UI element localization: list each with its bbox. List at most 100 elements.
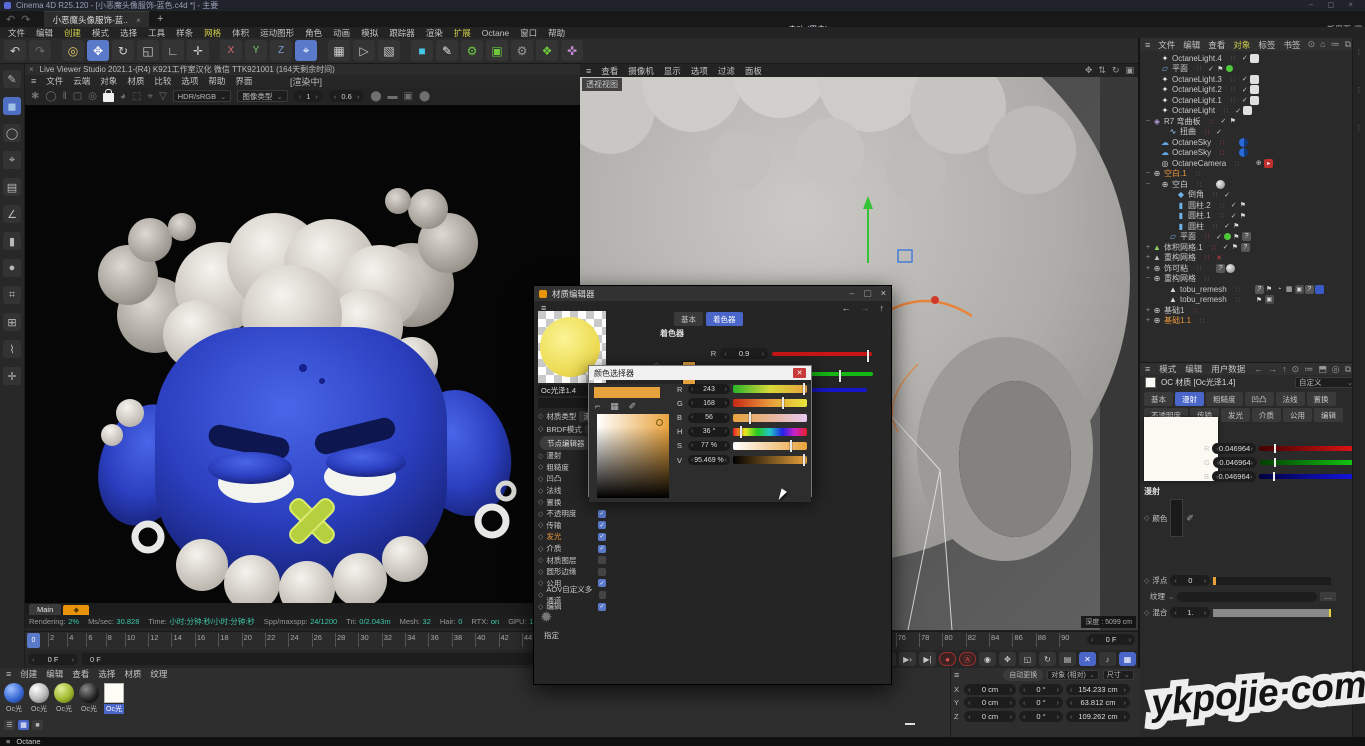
redo-icon[interactable]: ↷ [21, 13, 30, 26]
enable-check-icon[interactable] [1214, 128, 1224, 136]
enable-check-icon[interactable] [1214, 254, 1224, 262]
viewer-tool-icon[interactable] [45, 91, 56, 102]
object-row[interactable]: + 基础1 [1140, 305, 1365, 316]
position-field[interactable]: ‹0 cm› [964, 711, 1016, 722]
tool-icon[interactable] [3, 97, 21, 115]
object-tag-icon[interactable] [1250, 54, 1259, 63]
viewport-menu-item[interactable]: 查看 [601, 65, 618, 77]
visibility-dots[interactable] [1191, 169, 1205, 178]
object-row[interactable]: + 饰可粘 [1140, 263, 1365, 274]
attr-toolbar-icon[interactable]: ↑ [1282, 364, 1287, 375]
object-tag-icon[interactable] [1239, 138, 1248, 147]
component-field[interactable]: ‹0.046964› [1212, 443, 1256, 454]
current-frame-field[interactable]: ‹0 F› [28, 654, 78, 665]
size-field[interactable]: ‹63.812 cm› [1066, 697, 1130, 708]
object-row[interactable]: OctaneLight.3 [1140, 74, 1365, 85]
channel-tab[interactable]: 粗糙度 [1206, 392, 1243, 406]
material-item[interactable]: Oc光 [28, 683, 50, 714]
octane-tab[interactable]: ◆ [63, 605, 89, 615]
tool-icon[interactable] [3, 178, 21, 196]
ratio-stepper[interactable]: ‹0.6› [329, 90, 364, 102]
component-slider[interactable] [733, 399, 807, 407]
channel-row[interactable]: ◇ 发光 [538, 531, 668, 543]
object-row[interactable]: tobu_remesh [1140, 295, 1365, 306]
channel-row[interactable]: ◇ 介质 [538, 543, 668, 555]
large-view-icon[interactable]: ■ [32, 720, 43, 730]
component-field[interactable]: ‹36 °› [688, 427, 730, 437]
hamburger-icon[interactable]: ≡ [6, 737, 10, 746]
visibility-dots[interactable] [1215, 201, 1229, 210]
object-tag-icon[interactable] [1239, 201, 1248, 210]
object-tag-icon[interactable] [1243, 106, 1252, 115]
position-field[interactable]: ‹0 cm› [964, 697, 1016, 708]
enable-check-icon[interactable] [1214, 233, 1224, 241]
channel-tab[interactable]: 置换 [1307, 392, 1336, 406]
viewer-menu-item[interactable]: 云端 [73, 75, 90, 87]
playback-button[interactable] [1099, 652, 1116, 666]
om-toolbar-icon[interactable]: ⊙ [1308, 39, 1316, 50]
channel-row[interactable]: ◇ 不透明度 [538, 508, 668, 520]
menu-item[interactable]: 动画 [333, 27, 350, 39]
toolbar-icon[interactable] [112, 40, 134, 61]
menu-item[interactable]: 帮助 [548, 27, 565, 39]
object-tag-icon[interactable] [1275, 285, 1284, 294]
enable-check-icon[interactable] [1233, 107, 1243, 115]
expand-icon[interactable]: + [1144, 317, 1152, 324]
tool-icon[interactable] [3, 286, 21, 304]
window-buttons[interactable]: –▢× [849, 288, 886, 299]
range-end-field[interactable]: ‹0 F› [1087, 634, 1135, 645]
toolbar-icon[interactable] [461, 40, 483, 61]
channel-label[interactable]: 介质 [546, 543, 561, 554]
toolbar-icon[interactable] [54, 40, 59, 61]
viewport-menu-item[interactable]: 面板 [745, 65, 762, 77]
viewer-menu-item[interactable]: 选项 [181, 75, 198, 87]
expand-diamond-icon[interactable]: ◇ [538, 521, 543, 529]
enable-check-icon[interactable] [1229, 212, 1239, 220]
viewport-nav-icon[interactable]: ⇅ [1098, 65, 1106, 76]
channel-tab[interactable]: 漫射 [1175, 392, 1204, 406]
material-thumbnail[interactable] [54, 683, 74, 703]
component-slider[interactable] [733, 442, 807, 450]
playback-button[interactable] [999, 652, 1016, 666]
eyedropper-icon[interactable]: ✐ [1186, 513, 1194, 524]
om-menu-item[interactable]: 对象 [1233, 39, 1250, 51]
visibility-dots[interactable] [1215, 211, 1229, 220]
timeline-playhead[interactable]: 0 [27, 633, 40, 648]
object-tag-icon[interactable] [1232, 222, 1241, 231]
expand-diamond-icon[interactable]: ◇ [538, 412, 543, 420]
close-icon[interactable]: × [29, 65, 34, 74]
object-tag-icon[interactable] [1231, 243, 1240, 252]
viewer-menu-item[interactable]: 比较 [154, 75, 171, 87]
material-label[interactable]: Oc光 [79, 704, 99, 714]
object-row[interactable]: OctaneSky [1140, 137, 1365, 148]
expand-diamond-icon[interactable]: ◇ [538, 579, 543, 587]
texture-field[interactable] [1177, 592, 1317, 602]
object-label[interactable]: 饰可粘 [1164, 263, 1188, 274]
viewer-tool-icon[interactable] [63, 91, 67, 102]
playback-button[interactable] [1079, 652, 1096, 666]
node-editor-button[interactable]: 节点编辑器 [540, 436, 592, 450]
tool-icon[interactable] [3, 151, 21, 169]
channel-checkbox[interactable] [598, 521, 606, 529]
size-field[interactable]: ‹154.233 cm› [1066, 684, 1130, 695]
toolbar-icon[interactable] [137, 40, 159, 61]
visibility-dots[interactable] [1200, 253, 1214, 262]
channel-tab[interactable]: 编辑 [1314, 408, 1343, 422]
component-slider[interactable] [1259, 446, 1355, 451]
object-tag-icon[interactable] [1250, 75, 1259, 84]
object-tag-icon[interactable] [1264, 159, 1273, 168]
expand-diamond-icon[interactable]: ◇ [538, 498, 543, 506]
object-row[interactable]: 平面 [1140, 232, 1365, 243]
object-row[interactable]: OctaneLight.1 [1140, 95, 1365, 106]
channel-label[interactable]: 不透明度 [546, 508, 576, 519]
enable-check-icon[interactable] [1218, 117, 1228, 125]
component-slider[interactable] [733, 385, 807, 393]
r-field[interactable]: ‹0.9› [720, 348, 768, 359]
enable-check-icon[interactable] [1240, 96, 1250, 104]
viewer-menu-item[interactable]: 帮助 [208, 75, 225, 87]
expand-diamond-icon[interactable]: ◇ [538, 452, 543, 460]
size-field[interactable]: ‹109.262 cm› [1066, 711, 1130, 722]
object-row[interactable]: 扭曲 [1140, 127, 1365, 138]
object-label[interactable]: 空白.1 [1164, 168, 1187, 179]
main-render-tab[interactable]: Main [29, 604, 61, 615]
